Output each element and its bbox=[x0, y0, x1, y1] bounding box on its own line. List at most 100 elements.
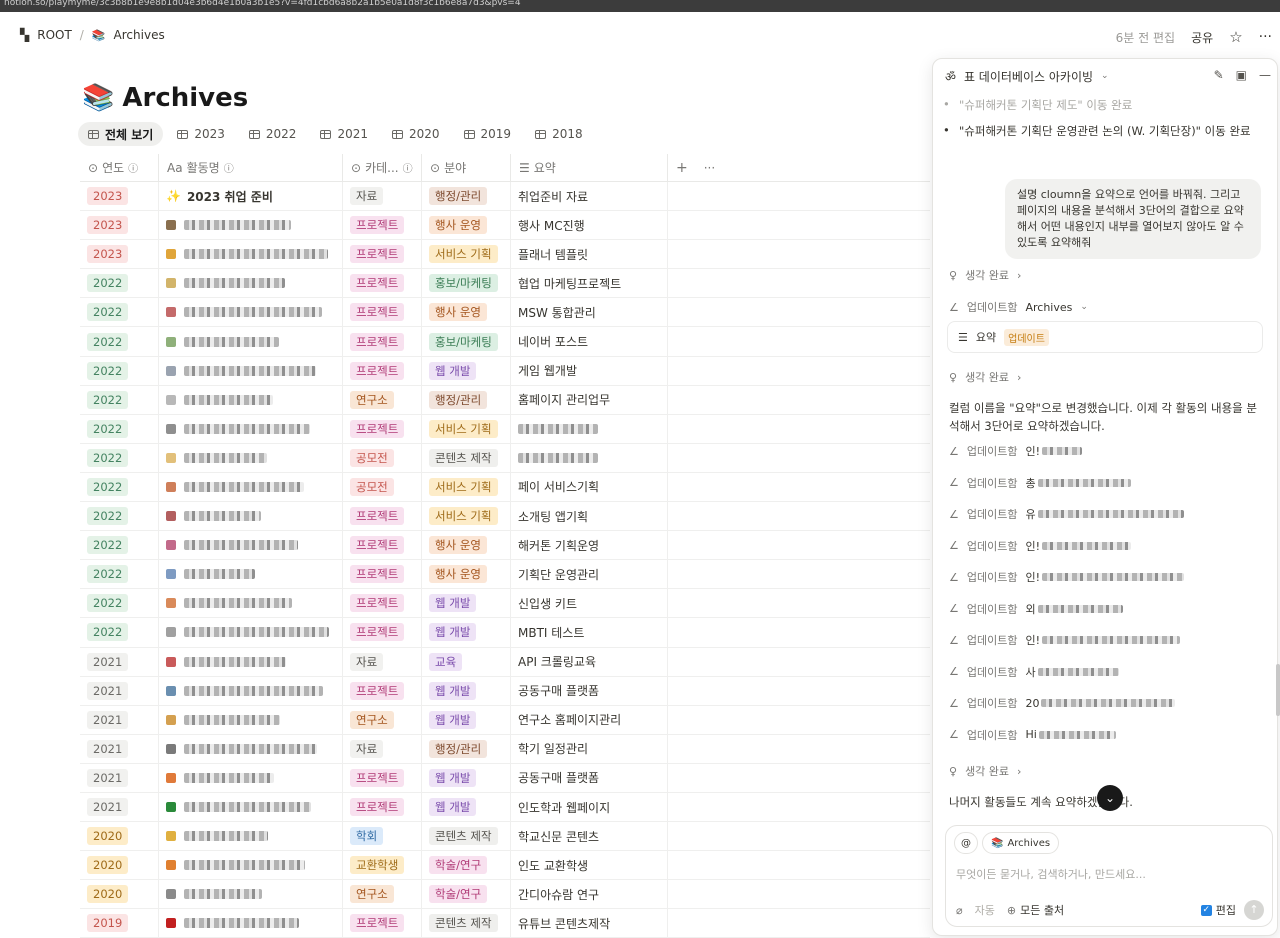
col-activity[interactable]: Aa 활동명 ⓘ bbox=[159, 153, 343, 182]
table-row[interactable]: 2023 ✨ 2023 취업 준비 자료 행정/관리 취업준비 자료 bbox=[80, 182, 930, 212]
activity-cell[interactable] bbox=[159, 240, 343, 269]
update-line[interactable]: ∠ 업데이트함 인! bbox=[949, 632, 1181, 648]
summary-cell[interactable]: 게임 웹개발 bbox=[511, 356, 668, 385]
year-cell[interactable]: 2022 bbox=[80, 414, 159, 443]
window-icon[interactable]: ▣ bbox=[1236, 68, 1247, 82]
panel-title[interactable]: 표 데이터베이스 아카이빙 bbox=[964, 68, 1093, 85]
field-cell[interactable]: 행사 운영 bbox=[422, 531, 511, 560]
activity-name[interactable]: 2023 취업 준비 bbox=[187, 188, 273, 205]
table-row[interactable]: 2022 프로젝트 홍보/마케팅 협업 마케팅프로젝트 bbox=[80, 269, 930, 299]
breadcrumb-root[interactable]: ROOT bbox=[37, 28, 72, 42]
category-cell[interactable]: 프로젝트 bbox=[343, 909, 422, 938]
summary-cell[interactable]: 학기 일정관리 bbox=[511, 734, 668, 763]
category-cell[interactable]: 학회 bbox=[343, 822, 422, 851]
summary-cell[interactable] bbox=[511, 443, 668, 472]
field-cell[interactable]: 교육 bbox=[422, 647, 511, 676]
table-row[interactable]: 2022 프로젝트 행사 운영 MSW 통합관리 bbox=[80, 298, 930, 328]
table-row[interactable]: 2022 프로젝트 웹 개발 신입생 키트 bbox=[80, 589, 930, 619]
category-cell[interactable]: 프로젝트 bbox=[343, 269, 422, 298]
auto-mode[interactable]: 자동 bbox=[975, 902, 995, 918]
star-icon[interactable]: ☆ bbox=[1229, 28, 1242, 46]
category-cell[interactable]: 프로젝트 bbox=[343, 327, 422, 356]
activity-cell[interactable] bbox=[159, 880, 343, 909]
activity-cell[interactable] bbox=[159, 356, 343, 385]
composer[interactable]: @ 📚 Archives 무엇이든 묻거나, 검색하거나, 만드세요... ⌀ 자… bbox=[945, 825, 1273, 927]
field-cell[interactable]: 행정/관리 bbox=[422, 385, 511, 414]
year-cell[interactable]: 2020 bbox=[80, 880, 159, 909]
table-row[interactable]: 2021 자료 행정/관리 학기 일정관리 bbox=[80, 734, 930, 764]
year-cell[interactable]: 2021 bbox=[80, 734, 159, 763]
summary-cell[interactable]: 유튜브 콘텐츠제작 bbox=[511, 909, 668, 938]
col-summary[interactable]: ☰ 요약 bbox=[511, 153, 668, 182]
table-row[interactable]: 2020 연구소 학술/연구 간디아슈람 연구 bbox=[80, 880, 930, 910]
add-column-icon[interactable]: + bbox=[676, 160, 688, 176]
year-cell[interactable]: 2023 bbox=[80, 182, 159, 211]
field-cell[interactable]: 웹 개발 bbox=[422, 705, 511, 734]
year-cell[interactable]: 2022 bbox=[80, 472, 159, 502]
field-cell[interactable]: 서비스 기획 bbox=[422, 414, 511, 443]
year-cell[interactable]: 2020 bbox=[80, 851, 159, 880]
update-line[interactable]: ∠ 업데이트함 사 bbox=[949, 664, 1119, 680]
url-text[interactable]: notion.so/playmyme/3c3b8b1e9e8b1d04e3b6d… bbox=[4, 0, 1124, 8]
year-cell[interactable]: 2022 bbox=[80, 589, 159, 618]
table-row[interactable]: 2021 프로젝트 웹 개발 공동구매 플랫폼 bbox=[80, 763, 930, 793]
table-row[interactable]: 2023 프로젝트 행사 운영 행사 MC진행 bbox=[80, 211, 930, 241]
tab-2023[interactable]: 2023 bbox=[167, 122, 235, 146]
field-cell[interactable]: 행정/관리 bbox=[422, 734, 511, 763]
field-cell[interactable]: 홍보/마케팅 bbox=[422, 269, 511, 298]
summary-cell[interactable]: 학교신문 콘텐츠 bbox=[511, 822, 668, 851]
send-button[interactable]: ↑ bbox=[1244, 900, 1264, 920]
page-emoji-icon[interactable]: 📚 bbox=[82, 83, 114, 113]
activity-cell[interactable] bbox=[159, 909, 343, 938]
field-cell[interactable]: 행사 운영 bbox=[422, 560, 511, 589]
update-line[interactable]: ∠ 업데이트함 Archives ⌄ bbox=[949, 299, 1088, 315]
activity-cell[interactable] bbox=[159, 531, 343, 560]
activity-cell[interactable] bbox=[159, 647, 343, 676]
field-cell[interactable]: 웹 개발 bbox=[422, 676, 511, 705]
year-cell[interactable]: 2019 bbox=[80, 909, 159, 938]
category-cell[interactable]: 프로젝트 bbox=[343, 298, 422, 327]
activity-cell[interactable] bbox=[159, 472, 343, 502]
field-cell[interactable]: 행정/관리 bbox=[422, 182, 511, 211]
year-cell[interactable]: 2021 bbox=[80, 676, 159, 705]
category-cell[interactable]: 프로젝트 bbox=[343, 240, 422, 269]
year-cell[interactable]: 2021 bbox=[80, 792, 159, 822]
update-line[interactable]: ∠ 업데이트함 총 bbox=[949, 475, 1131, 491]
year-cell[interactable]: 2022 bbox=[80, 502, 159, 531]
field-cell[interactable]: 웹 개발 bbox=[422, 618, 511, 647]
update-line[interactable]: ∠ 업데이트함 유 bbox=[949, 506, 1184, 522]
category-cell[interactable]: 프로젝트 bbox=[343, 560, 422, 589]
summary-cell[interactable]: 네이버 포스트 bbox=[511, 327, 668, 356]
field-cell[interactable]: 웹 개발 bbox=[422, 589, 511, 618]
field-cell[interactable]: 콘텐츠 제작 bbox=[422, 909, 511, 938]
update-line[interactable]: ∠ 업데이트함 Hi bbox=[949, 727, 1116, 743]
year-cell[interactable]: 2021 bbox=[80, 763, 159, 792]
checkbox-icon[interactable]: ✓ bbox=[1200, 904, 1212, 916]
table-row[interactable]: 2019 프로젝트 콘텐츠 제작 유튜브 콘텐츠제작 bbox=[80, 909, 930, 938]
table-row[interactable]: 2022 프로젝트 서비스 기획 bbox=[80, 414, 930, 444]
col-category[interactable]: ⊙ 카테... ⓘ bbox=[343, 153, 422, 182]
category-cell[interactable]: 자료 bbox=[343, 734, 422, 763]
attach-icon[interactable]: ⌀ bbox=[956, 904, 963, 917]
year-cell[interactable]: 2022 bbox=[80, 531, 159, 560]
field-cell[interactable]: 웹 개발 bbox=[422, 356, 511, 385]
year-cell[interactable]: 2022 bbox=[80, 618, 159, 647]
more-icon[interactable]: ··· bbox=[1259, 29, 1272, 45]
activity-cell[interactable] bbox=[159, 734, 343, 763]
tab-2020[interactable]: 2020 bbox=[382, 122, 450, 146]
summary-cell[interactable]: 해커톤 기획운영 bbox=[511, 531, 668, 560]
update-line[interactable]: ∠ 업데이트함 인! bbox=[949, 569, 1185, 585]
update-line[interactable]: ∠ 업데이트함 20 bbox=[949, 695, 1176, 711]
thought-toggle[interactable]: ♀ 생각 완료 › bbox=[949, 763, 1021, 779]
col-field[interactable]: ⊙ 분야 bbox=[422, 153, 511, 182]
category-cell[interactable]: 연구소 bbox=[343, 385, 422, 414]
year-cell[interactable]: 2023 bbox=[80, 240, 159, 269]
table-row[interactable]: 2022 연구소 행정/관리 홈페이지 관리업무 bbox=[80, 385, 930, 415]
edit-toggle[interactable]: 편집 bbox=[1216, 902, 1236, 918]
activity-cell[interactable] bbox=[159, 851, 343, 880]
table-row[interactable]: 2022 프로젝트 행사 운영 기획단 운영관리 bbox=[80, 560, 930, 590]
browser-urlbar[interactable]: notion.so/playmyme/3c3b8b1e9e8b1d04e3b6d… bbox=[0, 0, 1280, 12]
year-cell[interactable]: 2022 bbox=[80, 269, 159, 298]
table-row[interactable]: 2022 프로젝트 행사 운영 해커톤 기획운영 bbox=[80, 531, 930, 561]
context-chip[interactable]: 📚 Archives bbox=[982, 832, 1060, 854]
